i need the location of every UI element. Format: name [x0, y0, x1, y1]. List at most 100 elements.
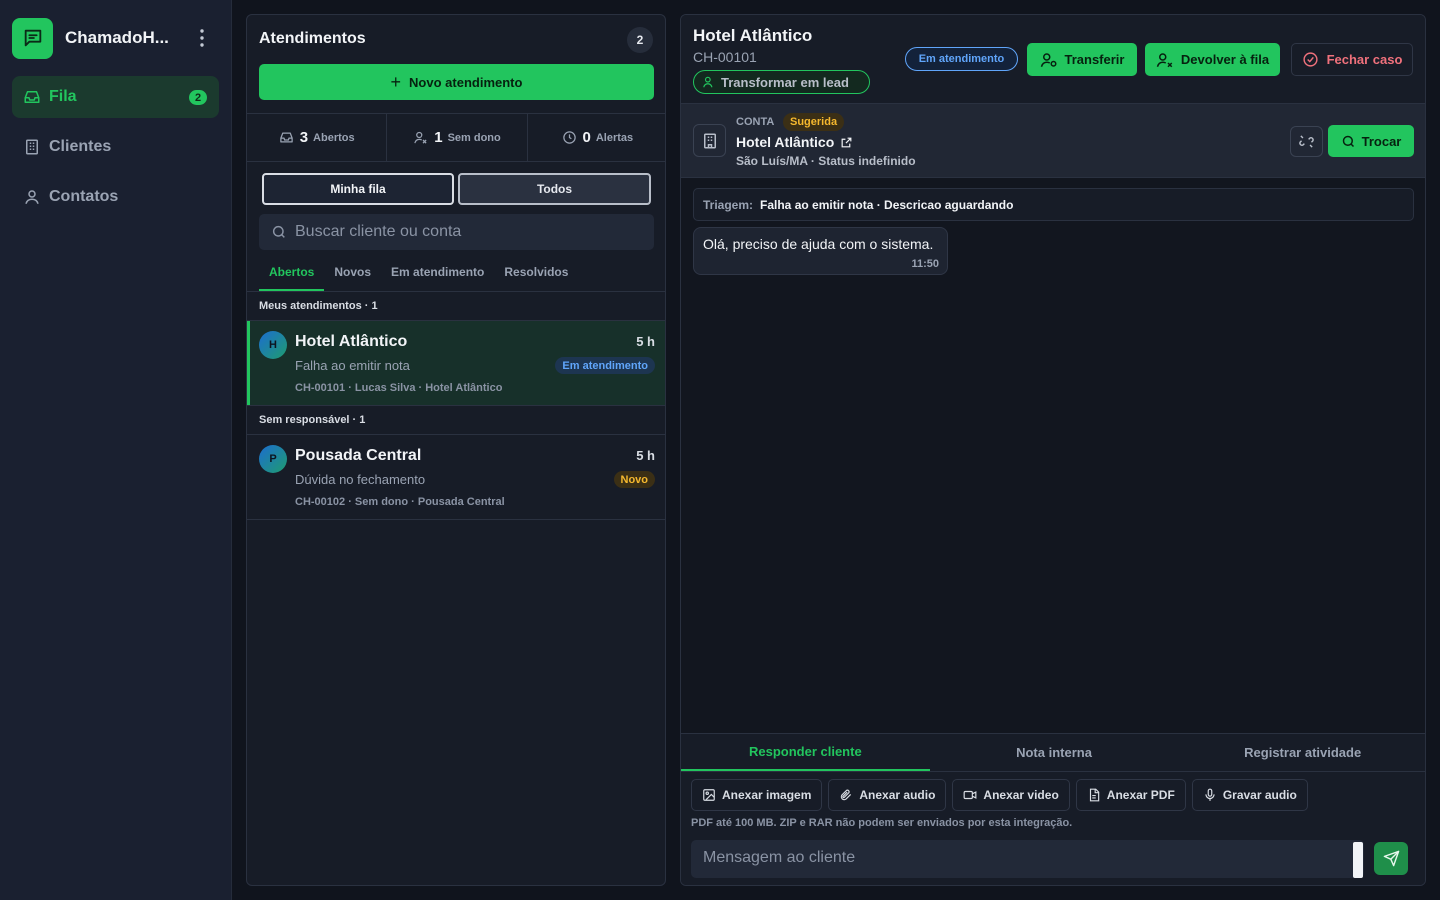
account-name-link[interactable]: Hotel Atlântico [736, 134, 853, 150]
convert-lead-button[interactable]: Transformar em lead [693, 70, 870, 94]
sidebar-item-label: Fila [49, 88, 77, 105]
tab-abertos[interactable]: Abertos [259, 263, 325, 291]
avatar: P [259, 445, 287, 473]
stat-alerts[interactable]: 0 Alertas [528, 114, 665, 161]
user-icon [25, 190, 39, 204]
divider [247, 291, 665, 292]
sidebar-item-contatos[interactable]: Contatos [12, 176, 219, 218]
tab-novos[interactable]: Novos [324, 263, 381, 291]
group-label-unassigned: Sem responsável · 1 [259, 414, 366, 426]
stat-alerts-label: Alertas [595, 131, 634, 144]
message-bubble: Olá, preciso de ajuda com o sistema. 11:… [693, 227, 948, 275]
stat-unassigned-value: 1 [434, 129, 443, 146]
close-case-button[interactable]: Fechar caso [1291, 43, 1413, 76]
unlink-account-button[interactable] [1290, 126, 1323, 157]
message-scrollbar[interactable] [1353, 842, 1363, 878]
message-input[interactable] [703, 849, 1343, 867]
file-icon [1089, 788, 1100, 802]
user-transfer-icon [1040, 52, 1056, 67]
image-icon [703, 789, 715, 801]
segment-all[interactable]: Todos [458, 173, 651, 205]
app-name: ChamadoH... [65, 28, 169, 47]
search-box [259, 214, 654, 250]
ticket-id: CH-00101 [693, 49, 757, 65]
stat-alerts-value: 0 [582, 129, 591, 146]
composer-tabs: Responder cliente Nota interna Registrar… [681, 734, 1425, 772]
status-badge: Em atendimento [555, 357, 655, 374]
message-time: 11:50 [911, 258, 939, 270]
triage-bar: Triagem: Falha ao emitir nota · Descrica… [693, 188, 1414, 221]
group-label-mine: Meus atendimentos · 1 [259, 300, 378, 312]
queue-count-pill: 2 [627, 27, 653, 53]
chat-logo-icon [12, 17, 53, 59]
attach-pdf-button[interactable]: Anexar PDF [1075, 779, 1186, 811]
account-location: São Luís/MA · Status indefinido [736, 154, 916, 168]
queue-panel: Atendimentos 2 + Novo atendimento 3 Aber… [246, 14, 666, 886]
return-to-queue-label: Devolver à fila [1180, 52, 1270, 67]
ticket-row-selected[interactable]: H Hotel Atlântico 5 h Falha ao emitir no… [247, 321, 665, 405]
segment-my-queue[interactable]: Minha fila [262, 173, 454, 205]
composer: Responder cliente Nota interna Registrar… [681, 733, 1425, 885]
stat-open[interactable]: 3 Abertos [247, 114, 388, 161]
unlink-icon [1299, 135, 1314, 148]
search-icon [272, 225, 285, 238]
check-circle-icon [1302, 52, 1318, 67]
convert-lead-label: Transformar em lead [721, 74, 849, 90]
ticket-name: Hotel Atlântico [295, 333, 408, 350]
attach-video-button[interactable]: Anexar video [952, 779, 1070, 811]
tab-reply-client[interactable]: Responder cliente [681, 734, 930, 771]
attach-video-label: Anexar video [983, 788, 1059, 802]
more-vertical-icon[interactable] [190, 26, 214, 50]
ticket-time: 5 h [636, 334, 655, 349]
attach-image-button[interactable]: Anexar imagem [691, 779, 823, 811]
divider [247, 405, 665, 406]
ticket-time: 5 h [636, 448, 655, 463]
tab-em-atendimento[interactable]: Em atendimento [381, 263, 494, 291]
transfer-label: Transferir [1064, 52, 1125, 67]
stat-open-label: Abertos [313, 131, 355, 144]
new-ticket-label: Novo atendimento [409, 74, 523, 90]
ticket-detail-panel: Hotel Atlântico CH-00101 Transformar em … [680, 14, 1426, 886]
send-button[interactable] [1374, 842, 1408, 875]
attach-audio-button[interactable]: Anexar audio [828, 779, 947, 811]
transfer-button[interactable]: Transferir [1027, 43, 1137, 76]
tab-internal-note[interactable]: Nota interna [930, 734, 1179, 771]
ticket-header: Hotel Atlântico CH-00101 Transformar em … [681, 15, 1425, 104]
record-audio-button[interactable]: Gravar audio [1191, 779, 1308, 811]
send-icon [1383, 850, 1399, 867]
stat-unassigned-label: Sem dono [447, 131, 501, 144]
tab-resolvidos[interactable]: Resolvidos [494, 263, 578, 291]
inbox-icon [24, 91, 40, 103]
user-off-icon [414, 131, 427, 144]
ticket-meta: CH-00102 · Sem dono · Pousada Central [295, 496, 505, 508]
attach-image-label: Anexar imagem [722, 788, 812, 802]
new-ticket-button[interactable]: + Novo atendimento [259, 64, 654, 100]
swap-account-label: Trocar [1361, 133, 1402, 149]
triage-value: Falha ao emitir nota · Descricao aguarda… [760, 197, 1014, 212]
sidebar-item-fila[interactable]: Fila 2 [12, 76, 219, 118]
ticket-row[interactable]: P Pousada Central 5 h Dúvida no fechamen… [247, 435, 665, 519]
account-name: Hotel Atlântico [736, 134, 835, 150]
attachment-note: PDF até 100 MB. ZIP e RAR não podem ser … [691, 817, 1073, 829]
user-plus-icon [703, 76, 713, 88]
sidebar-item-clientes[interactable]: Clientes [12, 126, 219, 168]
tab-log-activity[interactable]: Registrar atividade [1178, 734, 1425, 771]
stat-unassigned[interactable]: 1 Sem dono [387, 114, 528, 161]
ticket-name: Pousada Central [295, 447, 422, 464]
user-x-icon [1156, 52, 1173, 67]
message-box [691, 840, 1364, 878]
avatar: H [259, 331, 287, 359]
brand: ChamadoH... [12, 17, 222, 59]
queue-title: Atendimentos [259, 30, 366, 47]
inbox-icon [279, 132, 293, 143]
queue-stats: 3 Abertos 1 Sem dono 0 Alertas [247, 113, 665, 162]
filter-tabs: Abertos Novos Em atendimento Resolvidos [259, 263, 578, 291]
record-audio-label: Gravar audio [1222, 788, 1297, 802]
return-to-queue-button[interactable]: Devolver à fila [1145, 43, 1280, 76]
sidebar: ChamadoH... Fila 2 Clientes Contatos [0, 0, 232, 900]
ticket-subject: Falha ao emitir nota [295, 358, 410, 373]
suggested-badge: Sugerida [783, 113, 845, 131]
swap-account-button[interactable]: Trocar [1328, 125, 1414, 157]
search-input[interactable] [295, 223, 635, 241]
attach-pdf-label: Anexar PDF [1106, 788, 1175, 802]
